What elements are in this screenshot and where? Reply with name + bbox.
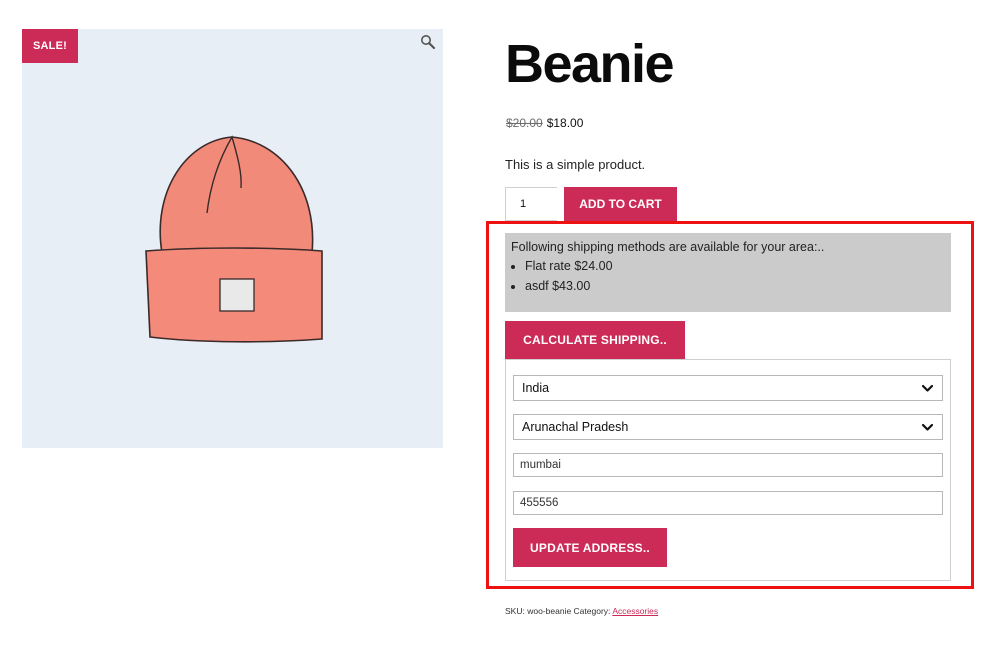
product-description: This is a simple product. bbox=[505, 157, 646, 172]
postcode-input[interactable]: 455556 bbox=[513, 491, 943, 515]
calculate-shipping-button[interactable]: CALCULATE SHIPPING.. bbox=[505, 321, 685, 359]
shipping-methods-list: Flat rate $24.00 asdf $43.00 bbox=[511, 259, 945, 293]
country-select-value: India bbox=[522, 381, 550, 395]
quantity-input[interactable]: 1 bbox=[505, 187, 557, 221]
category-label: Category: bbox=[573, 606, 611, 616]
update-address-button[interactable]: UPDATE ADDRESS.. bbox=[513, 528, 667, 567]
sale-price: $18.00 bbox=[546, 116, 584, 130]
sku-value: woo-beanie bbox=[527, 606, 572, 616]
shipping-method-item: asdf $43.00 bbox=[525, 279, 945, 293]
old-price: $20.00 bbox=[506, 116, 543, 130]
beanie-image bbox=[140, 133, 330, 347]
city-input[interactable]: mumbai bbox=[513, 453, 943, 477]
add-to-cart-button[interactable]: ADD TO CART bbox=[564, 187, 677, 221]
country-select[interactable]: India bbox=[513, 375, 943, 401]
shipping-method-item: Flat rate $24.00 bbox=[525, 259, 945, 273]
state-select[interactable]: Arunachal Pradesh bbox=[513, 414, 943, 440]
product-title: Beanie bbox=[505, 34, 675, 94]
sale-badge: SALE! bbox=[22, 29, 78, 63]
shipping-methods-panel: Following shipping methods are available… bbox=[505, 233, 951, 312]
product-meta: SKU: woo-beanie Category: Accessories bbox=[505, 606, 658, 616]
product-price: $20.00 $18.00 bbox=[506, 116, 583, 130]
magnifier-icon[interactable] bbox=[420, 34, 436, 50]
chevron-down-icon bbox=[921, 382, 934, 395]
category-link[interactable]: Accessories bbox=[612, 606, 658, 616]
sku-label: SKU: bbox=[505, 606, 525, 616]
shipping-methods-intro: Following shipping methods are available… bbox=[511, 240, 825, 254]
state-select-value: Arunachal Pradesh bbox=[522, 420, 629, 434]
chevron-down-icon bbox=[921, 421, 934, 434]
